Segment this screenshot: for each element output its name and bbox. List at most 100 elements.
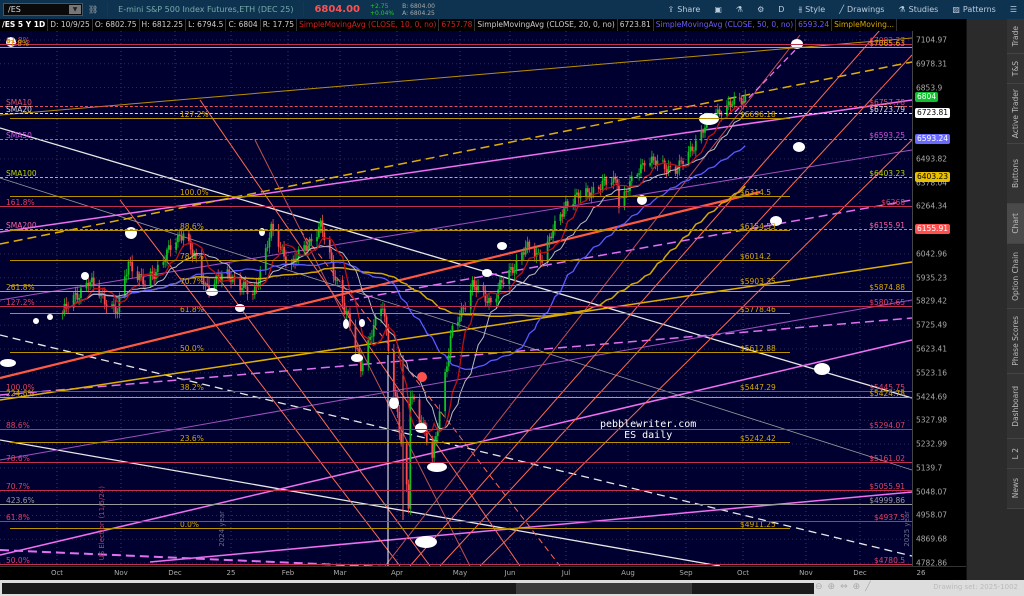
fib-line[interactable] bbox=[10, 229, 790, 231]
fib-line[interactable] bbox=[0, 306, 912, 308]
price-tick: 6042.96 bbox=[916, 249, 948, 259]
fib-line[interactable] bbox=[0, 504, 912, 506]
link-icon[interactable]: ⛓ bbox=[83, 5, 103, 14]
symbol-input[interactable]: /ES ▼ bbox=[3, 3, 83, 16]
fib-line[interactable] bbox=[10, 527, 790, 529]
price-tick: 4869.68 bbox=[916, 534, 948, 544]
side-tab[interactable]: L 2 bbox=[1007, 439, 1024, 469]
drawings-button[interactable]: ╱ Drawings bbox=[832, 5, 891, 14]
sma-level-line[interactable] bbox=[0, 177, 912, 179]
fib-line[interactable] bbox=[10, 195, 790, 197]
study-sma10[interactable]: SimpleMovingAvg (CLOSE, 10, 0, no) bbox=[297, 19, 440, 31]
study-sma100[interactable]: SimpleMoving... bbox=[832, 19, 897, 31]
pan-icon[interactable]: ⇔ bbox=[840, 582, 848, 592]
fib-value: $5874.88 bbox=[869, 283, 905, 293]
side-tab[interactable]: Buttons bbox=[1007, 144, 1024, 204]
studies-label: Studies bbox=[908, 5, 939, 14]
aggregation-button[interactable]: D bbox=[771, 5, 791, 14]
share-icon: ⇪ bbox=[667, 5, 675, 14]
fib-line[interactable] bbox=[0, 291, 912, 293]
patterns-button[interactable]: ▨ Patterns bbox=[945, 5, 1003, 14]
marker[interactable] bbox=[81, 272, 89, 280]
side-tab[interactable]: Trade bbox=[1007, 19, 1024, 54]
drawing-set-label[interactable]: Drawing set: 2025-1002 bbox=[933, 583, 1018, 591]
crosshair-icon[interactable]: ⊕ bbox=[853, 582, 861, 592]
style-button[interactable]: ⫵ Style bbox=[791, 5, 832, 15]
study-sma20[interactable]: SimpleMovingAvg (CLOSE, 20, 0, no) bbox=[475, 19, 618, 31]
fib-line[interactable] bbox=[10, 351, 790, 353]
fib-line[interactable] bbox=[0, 563, 912, 565]
time-axis[interactable]: Oct Nov Dec 25 Feb Mar Apr May Jun Jul Aug Sep Oct No… bbox=[0, 566, 966, 580]
settings-button[interactable]: ⚙ bbox=[750, 5, 771, 14]
fib-value: $4999.86 bbox=[869, 496, 905, 506]
year-2024-label: 2024 year bbox=[218, 511, 226, 547]
zoom-out-icon[interactable]: ⊖ bbox=[815, 582, 823, 592]
marker[interactable] bbox=[47, 314, 53, 320]
change-percent: +0.04% bbox=[370, 9, 395, 17]
sma-level-value: $6403.23 bbox=[869, 169, 905, 179]
side-tab[interactable]: Option Chain bbox=[1007, 244, 1024, 309]
bar-close: C: 6804 bbox=[226, 19, 261, 31]
pencil-icon[interactable]: ╱ bbox=[865, 582, 870, 592]
side-tab-label: Buttons bbox=[1011, 158, 1020, 189]
marker[interactable] bbox=[235, 304, 245, 312]
fib-line[interactable] bbox=[0, 391, 912, 393]
studies-button[interactable]: ⚗ Studies bbox=[891, 5, 945, 14]
side-tab[interactable]: News bbox=[1007, 469, 1024, 509]
fib-value: $7065.63 bbox=[869, 39, 905, 49]
fib-line[interactable] bbox=[10, 313, 790, 315]
marker[interactable] bbox=[793, 142, 805, 152]
marker[interactable] bbox=[359, 319, 365, 327]
sma-level-line[interactable] bbox=[0, 138, 912, 140]
marker[interactable] bbox=[415, 536, 437, 548]
divider bbox=[107, 2, 109, 17]
zoom-in-icon[interactable]: ⊕ bbox=[828, 582, 836, 592]
study-sma20-value: 6723.81 bbox=[618, 19, 654, 31]
scrollbar-thumb[interactable] bbox=[516, 583, 692, 594]
fib-line[interactable] bbox=[0, 428, 912, 430]
fib-line[interactable] bbox=[0, 462, 912, 464]
price-axis[interactable]: 7104.97 6978.31 6853.9 6493.82 6378.04 6264.3… bbox=[912, 31, 966, 568]
fib-line[interactable] bbox=[0, 205, 912, 207]
marker[interactable] bbox=[482, 269, 492, 277]
fib-value: $6154.53 bbox=[740, 221, 776, 231]
marker-red[interactable] bbox=[417, 372, 427, 382]
fib-line[interactable] bbox=[0, 47, 912, 49]
fib-line[interactable] bbox=[0, 396, 912, 398]
side-tab[interactable]: Active Trader bbox=[1007, 84, 1024, 144]
marker[interactable] bbox=[0, 359, 16, 367]
fib-percent: 50.0% bbox=[6, 555, 30, 565]
marker[interactable] bbox=[343, 319, 349, 329]
sma-level-line[interactable] bbox=[0, 106, 912, 108]
horizontal-scrollbar[interactable] bbox=[2, 583, 814, 594]
marker[interactable] bbox=[427, 462, 447, 472]
side-tab[interactable]: Phase Scores bbox=[1007, 309, 1024, 374]
study-sma50[interactable]: SimpleMovingAvg (CLOSE, 50, 0, no) bbox=[654, 19, 797, 31]
price-chart[interactable]: SMA10 $6757.78 SMA20 $6723.79 SMA50 $6593.25 S… bbox=[0, 31, 912, 566]
fib-line[interactable] bbox=[0, 520, 912, 522]
side-tab[interactable]: Dashboard bbox=[1007, 374, 1024, 439]
marker[interactable] bbox=[814, 363, 830, 375]
notes-button[interactable]: ▣ bbox=[707, 5, 729, 14]
fib-value: $6696.18 bbox=[740, 110, 776, 120]
side-tab[interactable]: T&S bbox=[1007, 54, 1024, 84]
side-tab[interactable]: Chart bbox=[1007, 204, 1024, 244]
menu-button[interactable]: ☰ bbox=[1003, 5, 1024, 14]
marker[interactable] bbox=[33, 318, 39, 324]
bar-date: D: 10/9/25 bbox=[48, 19, 93, 31]
chevron-down-icon[interactable]: ▼ bbox=[69, 5, 81, 14]
fib-line[interactable] bbox=[10, 260, 790, 262]
aggregation-label: D bbox=[778, 5, 785, 14]
marker[interactable] bbox=[351, 354, 363, 362]
fib-line[interactable] bbox=[10, 284, 790, 286]
marker[interactable] bbox=[389, 397, 399, 409]
share-button[interactable]: ⇪ Share bbox=[661, 5, 708, 14]
fib-line[interactable] bbox=[10, 118, 790, 120]
fib-line[interactable] bbox=[10, 441, 790, 443]
flask-button[interactable]: ⚗ bbox=[729, 5, 750, 14]
price-tick: 5424.69 bbox=[916, 392, 948, 402]
fib-line[interactable] bbox=[0, 489, 912, 491]
fib-line[interactable] bbox=[0, 44, 912, 46]
time-label: Dec bbox=[853, 569, 867, 577]
marker[interactable] bbox=[497, 242, 507, 250]
